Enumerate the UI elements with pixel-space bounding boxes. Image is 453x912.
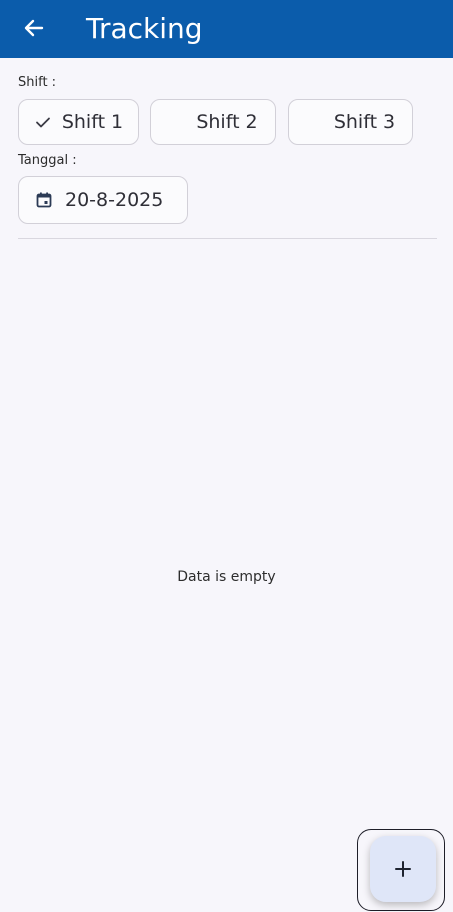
shift-3-label: Shift 3	[333, 111, 396, 133]
calendar-icon	[35, 191, 53, 209]
date-value: 20-8-2025	[65, 189, 164, 211]
tracking-screen: Tracking Shift : Shift 1 Shift 2 Shift 3…	[0, 0, 453, 912]
add-fab-button[interactable]	[370, 836, 436, 902]
plus-icon	[395, 861, 411, 877]
shift-2-label: Shift 2	[196, 111, 258, 133]
back-button[interactable]	[18, 12, 50, 44]
date-label: Tanggal :	[18, 153, 77, 168]
check-icon	[34, 113, 52, 131]
empty-state-text: Data is empty	[177, 569, 276, 585]
page-title: Tracking	[86, 12, 203, 45]
shift-1-label: Shift 1	[61, 111, 124, 133]
shift-3-chip[interactable]: Shift 3	[288, 99, 413, 145]
shift-1-chip[interactable]: Shift 1	[18, 99, 139, 145]
app-bar: Tracking	[0, 0, 453, 58]
divider	[18, 238, 437, 239]
date-picker-button[interactable]: 20-8-2025	[18, 176, 188, 224]
arrow-left-icon	[24, 19, 44, 37]
shift-2-chip[interactable]: Shift 2	[150, 99, 276, 145]
shift-label: Shift :	[18, 75, 57, 90]
